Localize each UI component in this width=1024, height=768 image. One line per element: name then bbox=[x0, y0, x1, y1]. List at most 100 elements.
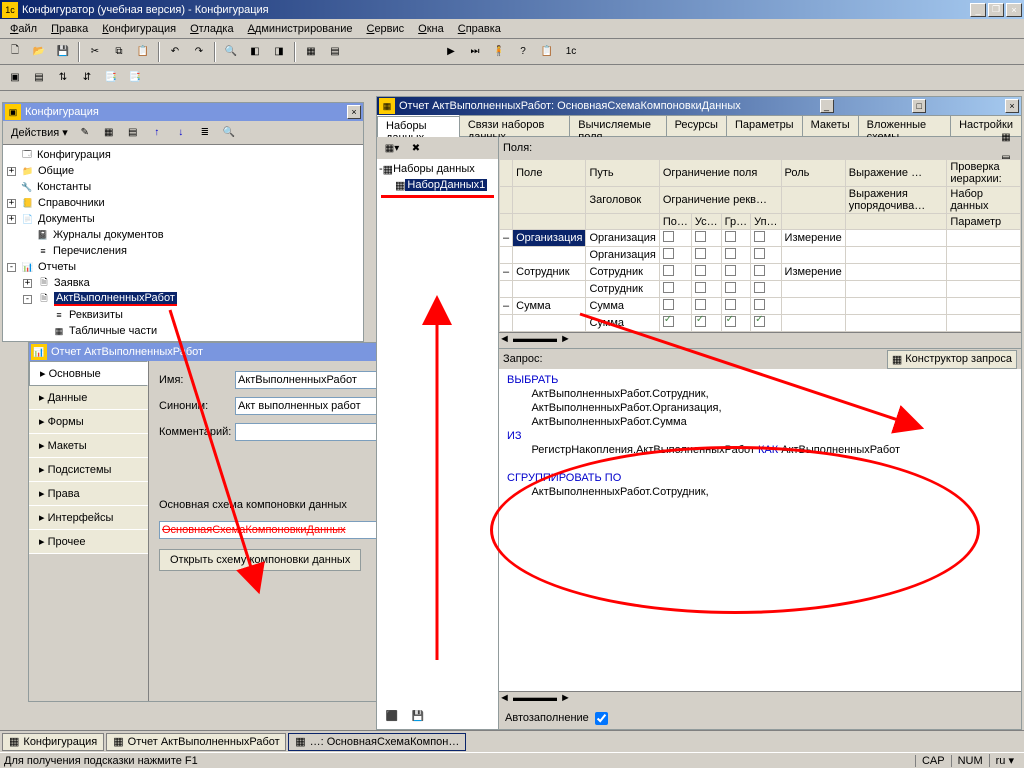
ds-item[interactable]: ▦НаборДанных1 bbox=[379, 177, 496, 193]
status-lang[interactable]: ru ▾ bbox=[989, 754, 1020, 767]
cfg-tool-d[interactable]: ≣ bbox=[194, 122, 216, 144]
config-tree[interactable]: 🗔Конфигурация+📁Общие🔧Константы+📒Справочн… bbox=[3, 145, 363, 339]
menu-Справка[interactable]: Справка bbox=[452, 21, 507, 37]
cfg-tool-c[interactable]: ▤ bbox=[122, 122, 144, 144]
tool2-e[interactable]: 📑 bbox=[100, 67, 122, 89]
ds-tool-a[interactable]: ⬛ bbox=[381, 705, 403, 727]
tree-item[interactable]: 🔧Константы bbox=[5, 179, 361, 195]
schema-close[interactable]: × bbox=[1005, 99, 1019, 113]
cfg-tool-e[interactable]: 🔍 bbox=[218, 122, 240, 144]
cfg-tool-a[interactable]: ✎ bbox=[74, 122, 96, 144]
mdi-tab-0[interactable]: ▦Конфигурация bbox=[2, 733, 104, 751]
config-window-title[interactable]: ▣ Конфигурация × bbox=[3, 103, 363, 121]
tool-c[interactable]: ▦ bbox=[300, 41, 322, 63]
tool2-b[interactable]: ▤ bbox=[28, 67, 50, 89]
help-button[interactable]: ? bbox=[512, 41, 534, 63]
mdi-tab-1[interactable]: ▦Отчет АктВыполненныхРабот bbox=[106, 733, 286, 751]
tool-d[interactable]: ▤ bbox=[324, 41, 346, 63]
report-tab-6[interactable]: ▸ Интерфейсы bbox=[29, 506, 148, 530]
schema-min[interactable]: _ bbox=[820, 99, 834, 113]
grid-row[interactable]: –СотрудникСотрудникИзмерение bbox=[500, 264, 1021, 281]
schema-window-title[interactable]: ▦ Отчет АктВыполненныхРабот: ОсновнаяСхе… bbox=[377, 97, 1021, 115]
ds-add-button[interactable]: ▦▾ bbox=[381, 137, 403, 159]
tree-item[interactable]: +🗎Заявка bbox=[5, 275, 361, 291]
report-tab-0[interactable]: ▸ Основные bbox=[29, 361, 148, 386]
tool-e[interactable]: 📋 bbox=[536, 41, 558, 63]
grid-row[interactable]: Сумма bbox=[500, 315, 1021, 332]
tree-item[interactable]: +📒Справочники bbox=[5, 195, 361, 211]
menu-Правка[interactable]: Правка bbox=[45, 21, 94, 37]
tool-b[interactable]: ◨ bbox=[268, 41, 290, 63]
expand-icon[interactable]: + bbox=[7, 199, 16, 208]
expand-icon[interactable]: - bbox=[23, 295, 32, 304]
tool2-a[interactable]: ▣ bbox=[4, 67, 26, 89]
menu-Конфигурация[interactable]: Конфигурация bbox=[96, 21, 182, 37]
debug-start[interactable]: ▶ bbox=[440, 41, 462, 63]
grid-row[interactable]: Организация bbox=[500, 247, 1021, 264]
find-button[interactable]: 🔍 bbox=[220, 41, 242, 63]
query-text[interactable]: ВЫБРАТЬ АктВыполненныхРабот.Сотрудник, А… bbox=[499, 369, 1021, 691]
menu-Администрирование[interactable]: Администрирование bbox=[242, 21, 359, 37]
config-close[interactable]: × bbox=[347, 105, 361, 119]
tree-item[interactable]: +📄Документы bbox=[5, 211, 361, 227]
cut-button[interactable]: ✂ bbox=[84, 41, 106, 63]
schema-tab-1[interactable]: Связи наборов данных bbox=[459, 115, 570, 136]
expand-icon[interactable]: + bbox=[7, 167, 16, 176]
schema-tab-2[interactable]: Вычисляемые поля bbox=[569, 115, 666, 136]
schema-tab-0[interactable]: Наборы данных bbox=[377, 116, 460, 137]
schema-tab-3[interactable]: Ресурсы bbox=[666, 115, 727, 136]
paste-button[interactable]: 📋 bbox=[132, 41, 154, 63]
debug-x[interactable]: 🧍 bbox=[488, 41, 510, 63]
fields-grid[interactable]: Поле Путь Ограничение поля Роль Выражени… bbox=[499, 159, 1021, 332]
mdi-tab-2[interactable]: ▦…: ОсновнаяСхемаКомпон… bbox=[288, 733, 466, 751]
schema-tab-6[interactable]: Вложенные схемы bbox=[858, 115, 951, 136]
cfg-tool-up[interactable]: ↑ bbox=[146, 122, 168, 144]
hscroll[interactable]: ◄ ▬▬▬▬ ► bbox=[499, 332, 1021, 348]
expand-icon[interactable]: + bbox=[23, 279, 32, 288]
maximize-button[interactable]: ❐ bbox=[988, 3, 1004, 17]
expand-icon[interactable]: + bbox=[7, 215, 16, 224]
ds-root[interactable]: -▦Наборы данных bbox=[379, 161, 496, 177]
tree-item[interactable]: +📁Общие bbox=[5, 163, 361, 179]
tree-item[interactable]: ≡Перечисления bbox=[5, 243, 361, 259]
undo-button[interactable]: ↶ bbox=[164, 41, 186, 63]
save-button[interactable]: 💾 bbox=[52, 41, 74, 63]
open-button[interactable]: 📂 bbox=[28, 41, 50, 63]
expand-icon[interactable]: - bbox=[7, 263, 16, 272]
grid-row[interactable]: –ОрганизацияОрганизацияИзмерение bbox=[500, 230, 1021, 247]
tree-item[interactable]: 📓Журналы документов bbox=[5, 227, 361, 243]
new-button[interactable]: 🗋 bbox=[4, 41, 26, 63]
actions-label[interactable]: Действия ▾ bbox=[7, 126, 72, 139]
report-tab-2[interactable]: ▸ Формы bbox=[29, 410, 148, 434]
cfg-tool-b[interactable]: ▦ bbox=[98, 122, 120, 144]
redo-button[interactable]: ↷ bbox=[188, 41, 210, 63]
tree-item[interactable]: -🗎АктВыполненныхРабот bbox=[5, 291, 361, 307]
tree-item[interactable]: -📊Отчеты bbox=[5, 259, 361, 275]
tool-f[interactable]: 1c bbox=[560, 41, 582, 63]
cfg-tool-dn[interactable]: ↓ bbox=[170, 122, 192, 144]
minimize-button[interactable]: _ bbox=[970, 3, 986, 17]
copy-button[interactable]: ⧉ bbox=[108, 41, 130, 63]
close-button[interactable]: × bbox=[1006, 3, 1022, 17]
tool2-c[interactable]: ⇅ bbox=[52, 67, 74, 89]
debug-step[interactable]: ⏭ bbox=[464, 41, 486, 63]
schema-tab-4[interactable]: Параметры bbox=[726, 115, 803, 136]
tool2-d[interactable]: ⇵ bbox=[76, 67, 98, 89]
tree-item[interactable]: 🗔Конфигурация bbox=[5, 147, 361, 163]
tool2-f[interactable]: 📑 bbox=[124, 67, 146, 89]
report-tab-4[interactable]: ▸ Подсистемы bbox=[29, 458, 148, 482]
ds-tool-b[interactable]: 💾 bbox=[407, 705, 429, 727]
grid-row[interactable]: –СуммаСумма bbox=[500, 298, 1021, 315]
menu-Окна[interactable]: Окна bbox=[412, 21, 450, 37]
schema-tab-5[interactable]: Макеты bbox=[802, 115, 859, 136]
ds-del-button[interactable]: ✖ bbox=[405, 137, 427, 159]
menu-Файл[interactable]: Файл bbox=[4, 21, 43, 37]
open-schema-button[interactable]: Открыть схему компоновки данных bbox=[159, 549, 361, 571]
query-hscroll[interactable]: ◄ ▬▬▬▬ ► bbox=[499, 691, 1021, 707]
tool-a[interactable]: ◧ bbox=[244, 41, 266, 63]
report-tab-1[interactable]: ▸ Данные bbox=[29, 386, 148, 410]
menu-Сервис[interactable]: Сервис bbox=[360, 21, 410, 37]
schema-max[interactable]: □ bbox=[912, 99, 926, 113]
tree-item[interactable]: ▦Табличные части bbox=[5, 323, 361, 339]
report-tab-3[interactable]: ▸ Макеты bbox=[29, 434, 148, 458]
